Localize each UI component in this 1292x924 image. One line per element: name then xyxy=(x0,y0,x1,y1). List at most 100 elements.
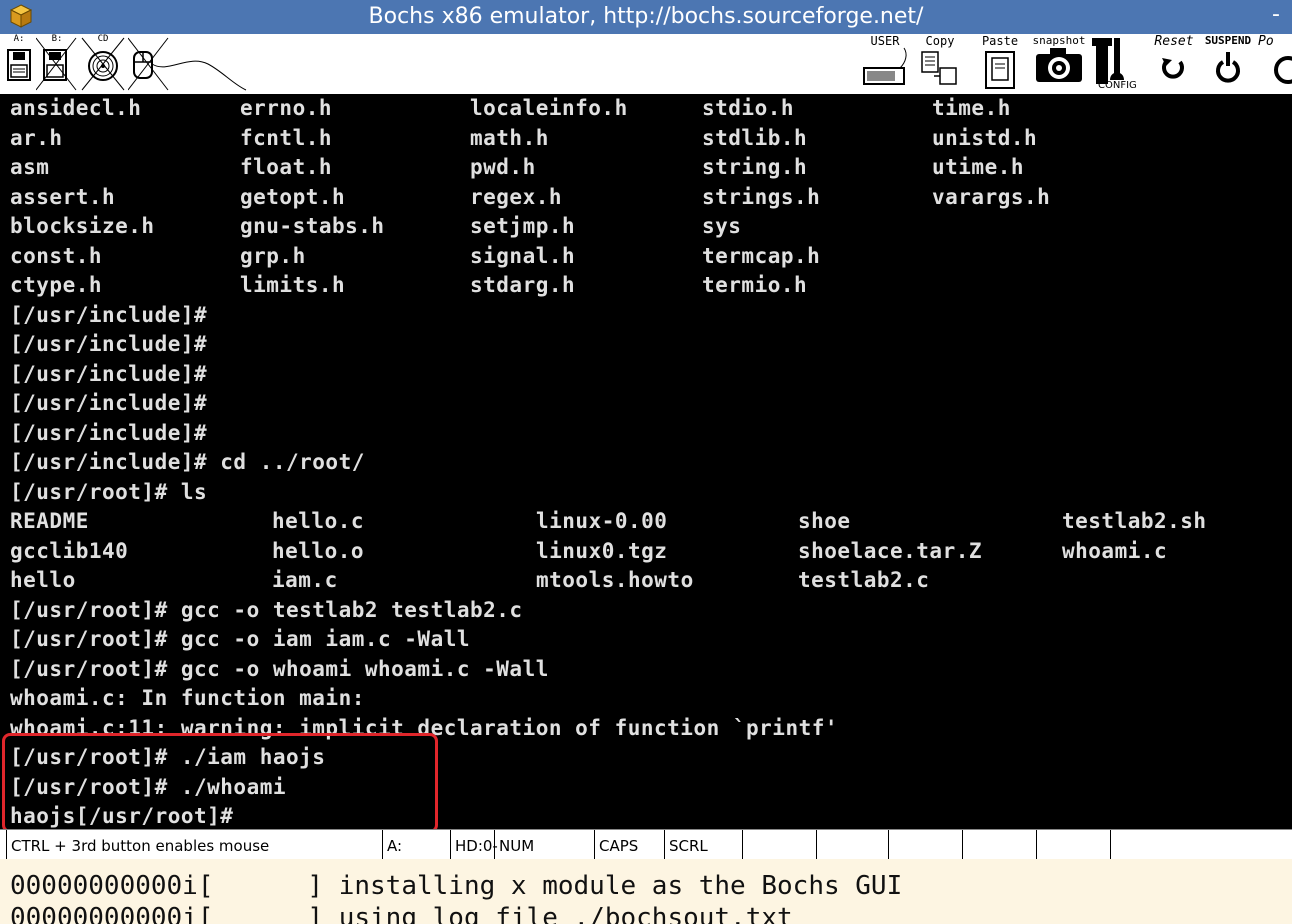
terminal-line: [/usr/root]# gcc -o testlab2 testlab2.c xyxy=(10,597,523,622)
terminal-cell: hello xyxy=(10,568,76,592)
terminal-line: [/usr/root]# ./iam haojs xyxy=(10,745,326,769)
terminal-cell: testlab2.sh xyxy=(1062,509,1207,533)
terminal-cell: string.h xyxy=(702,155,808,179)
terminal-cell: mtools.howto xyxy=(536,568,694,592)
terminal-cell: README xyxy=(10,509,89,533)
terminal-cell: getopt.h xyxy=(240,184,346,209)
terminal-line: [/usr/include]# cd ../root/ xyxy=(10,450,365,474)
terminal-cell: math.h xyxy=(470,125,549,150)
terminal-cell: time.h xyxy=(932,96,1011,120)
status-empty-6 xyxy=(1110,830,1292,860)
status-mouse-hint: CTRL + 3rd button enables mouse xyxy=(6,830,374,860)
terminal-cell: regex.h xyxy=(470,184,563,209)
terminal-row: ansidecl.h errno.h localeinfo.h stdio.h time… xyxy=(10,94,1290,124)
terminal-cell: hello.c xyxy=(272,509,365,533)
terminal-cell: varargs.h xyxy=(932,184,1051,209)
snapshot-button[interactable]: snapshot xyxy=(1030,34,1088,94)
terminal-line: whoami.c: In function main: xyxy=(10,686,365,710)
status-scrl: SCRL xyxy=(664,830,742,860)
status-empty-4 xyxy=(962,830,1036,860)
terminal-cell: stdarg.h xyxy=(470,273,576,297)
floppy-a-button[interactable]: A: xyxy=(4,34,34,94)
keyboard-icon xyxy=(863,47,907,85)
floppy-disk-disabled-icon xyxy=(36,37,77,91)
terminal-cell: linux0.tgz xyxy=(536,538,668,563)
status-drive-a: A: xyxy=(382,830,448,860)
config-button[interactable]: CONFIG xyxy=(1090,34,1142,94)
camera-icon xyxy=(1036,48,1082,82)
power-icon xyxy=(1274,56,1292,84)
window-titlebar: Bochs x86 emulator, http://bochs.sourcef… xyxy=(0,0,1292,34)
terminal-line: [/usr/include]# xyxy=(10,361,208,386)
terminal-cell: stdlib.h xyxy=(702,125,808,150)
terminal-row: assert.h getopt.h regex.h strings.h varargs.… xyxy=(10,183,1290,213)
floppy-b-button[interactable]: B: xyxy=(36,34,78,94)
terminal-cell: whoami.c xyxy=(1062,538,1168,563)
power-button[interactable]: Po xyxy=(1258,34,1292,94)
terminal-cell: termcap.h xyxy=(702,243,821,268)
terminal-cell: asm xyxy=(10,155,50,179)
terminal-cell: strings.h xyxy=(702,184,821,209)
terminal-line: [/usr/root]# gcc -o iam iam.c -Wall xyxy=(10,627,471,651)
terminal-cell: localeinfo.h xyxy=(470,96,628,120)
terminal-line: [/usr/root]# ls xyxy=(10,479,208,504)
terminal-cell: ctype.h xyxy=(10,273,103,297)
status-empty-2 xyxy=(816,830,888,860)
terminal-cell: setjmp.h xyxy=(470,214,576,238)
terminal-cell: limits.h xyxy=(240,273,346,297)
paste-button[interactable]: Paste xyxy=(978,34,1022,94)
status-empty-5 xyxy=(1036,830,1110,860)
terminal-cell: shoe xyxy=(798,509,851,533)
terminal-row: ctype.h limits.h stdarg.h termio.h xyxy=(10,271,1290,301)
terminal-cell: unistd.h xyxy=(932,125,1038,150)
floppy-disk-icon xyxy=(7,49,31,81)
terminal-cell: sys xyxy=(702,214,742,238)
status-empty-3 xyxy=(888,830,962,860)
terminal-cell: pwd.h xyxy=(470,155,536,179)
paste-clipboard-icon xyxy=(985,51,1015,89)
terminal-line: [/usr/include]# xyxy=(10,302,208,327)
config-label: CONFIG xyxy=(1098,80,1137,91)
terminal-row: gcclib140 hello.o linux0.tgz shoelace.tar.Z… xyxy=(10,537,1290,567)
user-keyboard-button[interactable]: USER xyxy=(860,34,910,94)
emulator-screen[interactable]: ansidecl.h errno.h localeinfo.h stdio.h time… xyxy=(0,94,1292,829)
mouse-toggle-button[interactable] xyxy=(128,34,248,94)
terminal-cell: float.h xyxy=(240,155,333,179)
terminal-row: blocksize.h gnu-stabs.h setjmp.h sys xyxy=(10,212,1290,242)
terminal-row: ar.h fcntl.h math.h stdlib.h unistd.h xyxy=(10,124,1290,154)
status-empty-1 xyxy=(742,830,816,860)
terminal-cell: linux-0.00 xyxy=(536,509,668,533)
terminal-cell: termio.h xyxy=(702,273,808,297)
window-title: Bochs x86 emulator, http://bochs.sourcef… xyxy=(368,4,924,29)
suspend-power-icon xyxy=(1216,52,1240,83)
terminal-line: [/usr/root]# gcc -o whoami whoami.c -Wal… xyxy=(10,656,549,681)
log-line: 00000000000i[ ] using log file ./bochsou… xyxy=(10,903,793,924)
status-caps: CAPS xyxy=(594,830,664,860)
log-output: 00000000000i[ ] installing x module as t… xyxy=(0,859,1292,924)
terminal-line: whoami.c:11: warning: implicit declarati… xyxy=(10,715,839,740)
terminal-line: [/usr/include]# xyxy=(10,420,208,445)
reset-icon xyxy=(1162,58,1184,79)
terminal-cell: assert.h xyxy=(10,184,116,209)
terminal-line: [/usr/include]# xyxy=(10,332,208,356)
terminal-cell: gnu-stabs.h xyxy=(240,214,385,238)
status-num: NUM xyxy=(494,830,594,860)
terminal-row: README hello.c linux-0.00 shoe testlab2.sh xyxy=(10,507,1290,537)
terminal-row: hello iam.c mtools.howto testlab2.c xyxy=(10,566,1290,596)
terminal-cell: ar.h xyxy=(10,125,63,150)
status-bar: CTRL + 3rd button enables mouse A: HD:0-… xyxy=(0,829,1292,887)
mouse-disabled-icon xyxy=(128,37,247,91)
terminal-cell: utime.h xyxy=(932,155,1025,179)
cdrom-button[interactable]: CD xyxy=(80,34,126,94)
terminal-cell: iam.c xyxy=(272,568,338,592)
copy-button[interactable]: Copy xyxy=(914,34,966,94)
terminal-line: [/usr/root]# ./whoami xyxy=(10,774,287,799)
terminal-cell: gcclib140 xyxy=(10,538,129,563)
suspend-button[interactable]: SUSPEND xyxy=(1198,34,1258,94)
terminal-cell: shoelace.tar.Z xyxy=(798,538,983,563)
terminal-cell: ansidecl.h xyxy=(10,96,142,120)
terminal-cell: signal.h xyxy=(470,243,576,268)
terminal-row: const.h grp.h signal.h termcap.h xyxy=(10,242,1290,272)
reset-button[interactable]: Reset xyxy=(1150,34,1198,94)
minimize-button[interactable]: - xyxy=(1266,0,1286,30)
